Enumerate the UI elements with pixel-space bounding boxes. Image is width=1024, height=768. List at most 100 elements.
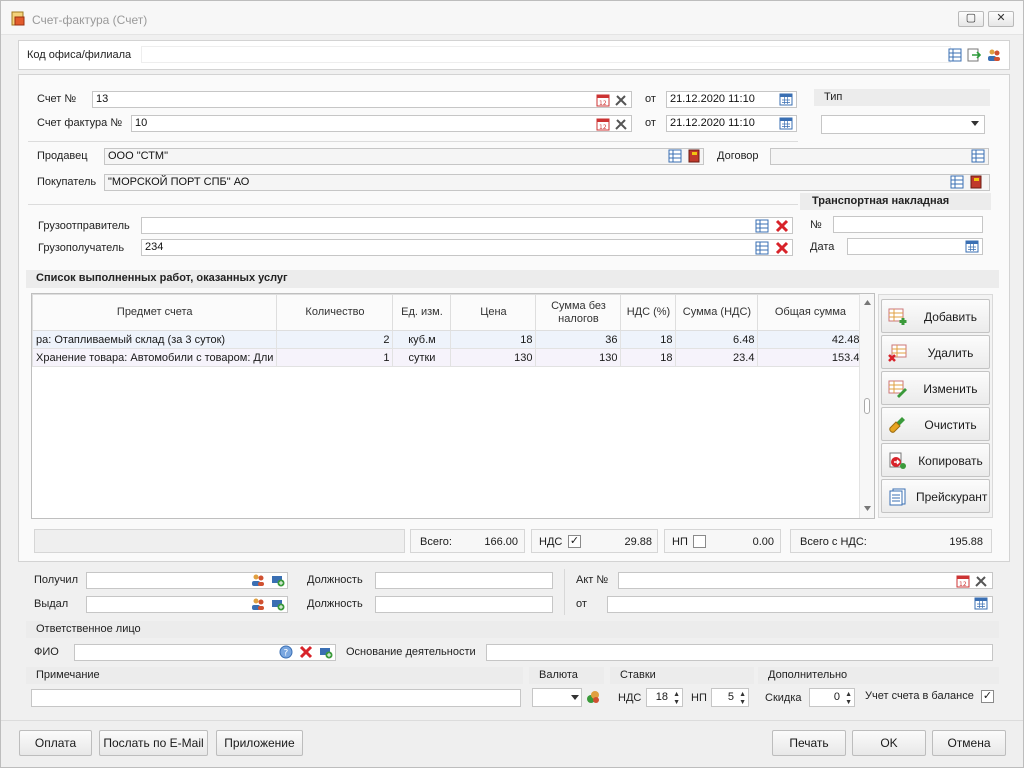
- calendar-number-icon[interactable]: 12: [956, 574, 970, 588]
- clear-button[interactable]: Очистить: [881, 407, 990, 441]
- add-person-icon[interactable]: [319, 645, 333, 659]
- type-select[interactable]: [821, 115, 985, 134]
- help-icon[interactable]: ?: [279, 645, 293, 659]
- table-row[interactable]: ра: Отапливаемый склад (за 3 суток) 2 ку…: [31, 330, 864, 349]
- ok-button[interactable]: OK: [852, 730, 926, 756]
- users-icon[interactable]: [987, 48, 1001, 62]
- tools-icon[interactable]: [614, 117, 628, 131]
- price-list-button[interactable]: Прейскурант: [881, 479, 990, 513]
- list-icon[interactable]: [971, 149, 985, 163]
- note-input[interactable]: [31, 689, 521, 707]
- book-icon[interactable]: [969, 175, 983, 189]
- delete-button[interactable]: Удалить: [881, 335, 990, 369]
- position1-input[interactable]: [375, 572, 553, 589]
- office-input[interactable]: [141, 46, 951, 63]
- calendar-number-icon[interactable]: 12: [596, 117, 610, 131]
- restore-button[interactable]: ▢: [958, 11, 984, 27]
- act-no-label: Акт №: [576, 574, 609, 586]
- calendar-icon[interactable]: [965, 239, 979, 253]
- add-person-icon[interactable]: [271, 573, 285, 587]
- buyer-input[interactable]: "МОРСКОЙ ПОРТ СПБ" АО: [104, 174, 990, 191]
- np-rate-stepper[interactable]: 5 ▲ ▼: [711, 688, 749, 707]
- basis-input[interactable]: [486, 644, 993, 661]
- table-row[interactable]: Хранение товара: Автомобили с товаром: Д…: [31, 348, 864, 367]
- attachment-button[interactable]: Приложение: [216, 730, 303, 756]
- position2-input[interactable]: [375, 596, 553, 613]
- spin-down-icon[interactable]: ▼: [845, 699, 852, 706]
- shipper-input[interactable]: [141, 217, 793, 234]
- currency-icon[interactable]: [586, 690, 600, 704]
- fio-input[interactable]: [74, 644, 336, 661]
- column-header[interactable]: Предмет счета: [31, 294, 278, 331]
- copy-button[interactable]: Копировать: [881, 443, 990, 477]
- close-button[interactable]: ✕: [988, 11, 1014, 27]
- account-no-input[interactable]: 13: [92, 91, 632, 108]
- clear-icon[interactable]: [775, 219, 789, 233]
- import-icon[interactable]: [967, 48, 981, 62]
- waybill-header: Транспортная накладная: [800, 193, 991, 210]
- currency-header: Валюта: [529, 667, 604, 684]
- list-icon[interactable]: [950, 175, 964, 189]
- column-header[interactable]: Общая сумма: [757, 294, 864, 331]
- list-icon[interactable]: [948, 48, 962, 62]
- calendar-icon[interactable]: [974, 596, 988, 610]
- scroll-up-icon[interactable]: [864, 300, 871, 305]
- clear-icon[interactable]: [299, 645, 313, 659]
- consignee-input[interactable]: 234: [141, 239, 793, 256]
- vat-rate-stepper[interactable]: 18 ▲ ▼: [646, 688, 683, 707]
- balance-checkbox[interactable]: ✓: [981, 690, 994, 703]
- date1-input[interactable]: 21.12.2020 11:10: [666, 91, 797, 108]
- invoice-no-input[interactable]: 10: [131, 115, 632, 132]
- calendar-icon[interactable]: [779, 116, 793, 130]
- svg-text:12: 12: [599, 100, 607, 107]
- discount-stepper[interactable]: 0 ▲ ▼: [809, 688, 855, 707]
- column-header[interactable]: Сумма (НДС): [675, 294, 759, 331]
- add-person-icon[interactable]: [271, 597, 285, 611]
- contract-label: Договор: [717, 150, 759, 162]
- act-no-input[interactable]: [618, 572, 993, 589]
- date2-input[interactable]: 21.12.2020 11:10: [666, 115, 797, 132]
- tools-icon[interactable]: [974, 574, 988, 588]
- discount-label: Скидка: [765, 692, 802, 704]
- pay-button[interactable]: Оплата: [19, 730, 92, 756]
- spin-up-icon[interactable]: ▲: [845, 691, 852, 698]
- scroll-thumb[interactable]: [864, 398, 870, 414]
- act-date-input[interactable]: [607, 596, 993, 613]
- column-header[interactable]: НДС (%): [620, 294, 677, 331]
- divider: [564, 569, 565, 615]
- column-header[interactable]: Сумма без налогов: [535, 294, 622, 331]
- vat-checkbox[interactable]: ✓: [568, 535, 581, 548]
- calendar-number-icon[interactable]: 12: [596, 93, 610, 107]
- spin-down-icon[interactable]: ▼: [739, 699, 746, 706]
- column-header[interactable]: Ед. изм.: [392, 294, 452, 331]
- grid-scrollbar[interactable]: [859, 294, 874, 518]
- contract-input[interactable]: [770, 148, 989, 165]
- table-cell: 18: [620, 330, 677, 349]
- spin-up-icon[interactable]: ▲: [739, 691, 746, 698]
- print-button[interactable]: Печать: [772, 730, 846, 756]
- column-header[interactable]: Количество: [276, 294, 394, 331]
- add-button[interactable]: Добавить: [881, 299, 990, 333]
- edit-button[interactable]: Изменить: [881, 371, 990, 405]
- users-icon[interactable]: [251, 573, 265, 587]
- column-header[interactable]: Цена: [450, 294, 537, 331]
- np-checkbox[interactable]: [693, 535, 706, 548]
- list-icon[interactable]: [755, 241, 769, 255]
- scroll-down-icon[interactable]: [864, 506, 871, 511]
- list-icon[interactable]: [668, 149, 682, 163]
- waybill-date-input[interactable]: [847, 238, 983, 255]
- seller-input[interactable]: ООО "СТМ": [104, 148, 704, 165]
- waybill-no-label: №: [810, 219, 822, 231]
- list-icon[interactable]: [755, 219, 769, 233]
- tools-icon[interactable]: [614, 93, 628, 107]
- book-icon[interactable]: [687, 149, 701, 163]
- email-button[interactable]: Послать по E-Mail: [99, 730, 208, 756]
- spin-down-icon[interactable]: ▼: [673, 699, 680, 706]
- cancel-button[interactable]: Отмена: [932, 730, 1006, 756]
- waybill-no-input[interactable]: [833, 216, 983, 233]
- users-icon[interactable]: [251, 597, 265, 611]
- spin-up-icon[interactable]: ▲: [673, 691, 680, 698]
- clear-icon[interactable]: [775, 241, 789, 255]
- calendar-icon[interactable]: [779, 92, 793, 106]
- table-cell: 2: [276, 330, 394, 349]
